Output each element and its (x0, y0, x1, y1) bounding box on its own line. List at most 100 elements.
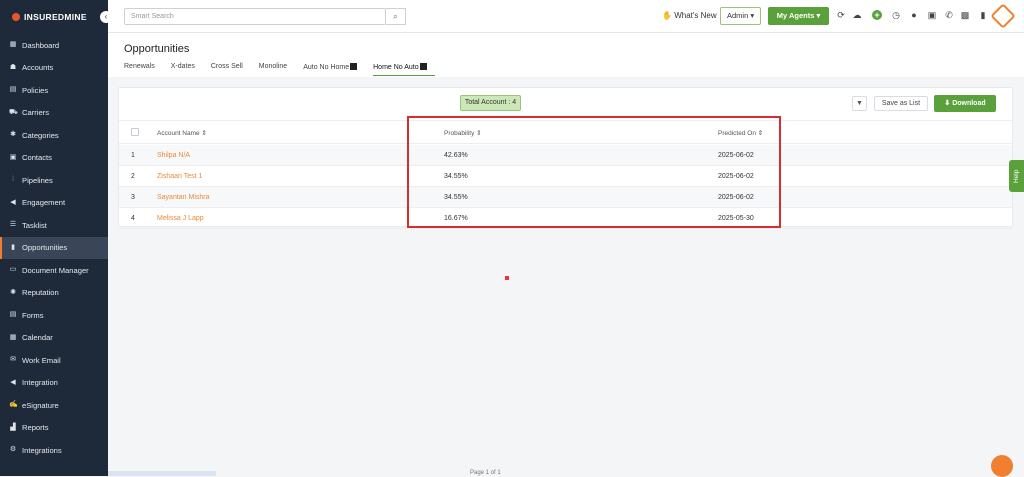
select-all-checkbox[interactable] (131, 128, 139, 136)
sidebar-item-label: Document Manager (22, 265, 89, 275)
sidebar-item-label: Carriers (22, 108, 50, 118)
highlight-box (407, 116, 781, 228)
sidebar-item-label: Dashboard (22, 40, 60, 50)
tab-label: X-dates (170, 63, 195, 70)
sidebar-item-opportunities[interactable]: ▮ Opportunities (0, 236, 108, 259)
whats-new-link[interactable]: ✋ What's New (662, 11, 717, 20)
chip-icon (350, 63, 358, 70)
sidebar-item-forms[interactable]: ▤ Forms (0, 304, 108, 327)
sidebar-item-engagement[interactable]: ◀ Engagement (0, 192, 108, 215)
clock-icon[interactable]: ◷ (891, 10, 901, 20)
engagement-icon: ◀ (10, 198, 16, 206)
sidebar-item-esignature[interactable]: ✍ eSignature (0, 394, 108, 417)
tab-label: Auto No Home (303, 64, 350, 71)
carriers-icon: ⛟ (9, 108, 18, 116)
sidebar-item-pipelines[interactable]: ⫶ Pipelines (0, 169, 108, 192)
folder-icon: ▭ (9, 266, 17, 274)
sidebar-item-accounts[interactable]: ☗ Accounts (0, 57, 108, 80)
sidebar-item-policies[interactable]: ▤ Policies (0, 79, 108, 102)
tab-label: Renewals (124, 63, 155, 70)
tab-label: Monoline (258, 63, 288, 70)
page-header: Opportunities Renewals X-dates Cross Sell M… (108, 33, 1024, 77)
help-label: Help (1013, 169, 1020, 183)
top-bar: Smart Search ⌕ ✋ What's New Admin ▾ My A… (108, 0, 1024, 33)
sidebar-item-label: Reports (22, 423, 49, 433)
sidebar-item-label: Calendar (22, 333, 53, 343)
chat-icon[interactable] (991, 455, 1013, 477)
integration-icon: ◀ (10, 378, 16, 386)
my-agents-label: My Agents (776, 11, 815, 20)
notification-icon[interactable]: ● (909, 10, 919, 20)
document-icon[interactable]: ▮ (978, 10, 988, 20)
bottom-scrollbar[interactable] (108, 471, 216, 476)
account-name-link[interactable]: Shilpa N/A (157, 152, 190, 159)
tab-label: Cross Sell (210, 63, 243, 70)
tab-auto-no-home[interactable]: Auto No Home (303, 63, 365, 76)
search-input[interactable]: Smart Search (124, 8, 386, 25)
sidebar-item-label: Pipelines (22, 175, 53, 185)
whats-new-label: What's New (674, 11, 717, 20)
sidebar-item-label: Integration (22, 378, 58, 388)
sidebar-item-contacts[interactable]: ▣ Contacts (0, 147, 108, 170)
sidebar-item-tasklist[interactable]: ☰ Tasklist (0, 214, 108, 237)
account-name-link[interactable]: Zishaan Test 1 (157, 173, 202, 180)
sidebar-item-label: Categories (22, 130, 59, 140)
column-header-account-name[interactable]: Account Name ⇕ (157, 129, 207, 137)
tab-monoline[interactable]: Monoline (259, 63, 295, 76)
sidebar-item-label: Forms (22, 310, 44, 320)
opportunity-tabs: Renewals X-dates Cross Sell Monoline Auto No… (124, 63, 443, 76)
download-button[interactable]: ⬇ Download (934, 95, 996, 112)
my-agents-button[interactable]: My Agents ▾ (768, 7, 829, 25)
download-icon: ⬇ (944, 100, 951, 107)
message-icon[interactable]: ▣ (927, 10, 937, 20)
account-name-link[interactable]: Sayantan Mishra (157, 194, 210, 201)
admin-dropdown[interactable]: Admin ▾ (720, 7, 761, 25)
chip-icon[interactable]: ▩ (960, 10, 970, 20)
sidebar-item-integrations[interactable]: ⚙ Integrations (0, 439, 108, 462)
add-icon[interactable]: + (872, 10, 882, 20)
filter-icon[interactable]: ▼ (852, 96, 867, 111)
sidebar-item-calendar[interactable]: ▦ Calendar (0, 327, 108, 350)
row-number: 3 (131, 194, 135, 201)
tab-cross-sell[interactable]: Cross Sell (211, 63, 251, 76)
sidebar-item-carriers[interactable]: ⛟ Carriers (0, 102, 108, 125)
sort-icon: ⇕ (201, 130, 207, 137)
tab-home-no-auto[interactable]: Home No Auto (373, 63, 435, 76)
brand-logo[interactable]: INSUREDMINE (0, 0, 108, 34)
user-avatar[interactable] (990, 3, 1016, 29)
admin-label: Admin (727, 11, 749, 20)
help-tab[interactable]: Help (1009, 160, 1024, 192)
calendar-icon: ▦ (9, 333, 17, 341)
sidebar-item-label: Reputation (22, 288, 59, 298)
row-number: 1 (131, 152, 135, 159)
account-name-link[interactable]: Melissa J Lapp (157, 215, 204, 222)
sidebar-item-label: Accounts (22, 63, 54, 73)
save-as-list-button[interactable]: Save as List (874, 96, 928, 111)
tab-x-dates[interactable]: X-dates (171, 63, 203, 76)
sidebar-item-document-manager[interactable]: ▭ Document Manager (0, 259, 108, 282)
sidebar-item-label: Opportunities (22, 243, 68, 253)
sidebar-item-reports[interactable]: ▟ Reports (0, 417, 108, 440)
sidebar-item-dashboard[interactable]: ▦ Dashboard (0, 34, 108, 57)
marker-dot (505, 276, 509, 280)
cloud-icon[interactable]: ☁ (852, 10, 862, 20)
sidebar-item-label: Work Email (22, 355, 61, 365)
brand-name: INSUREDMINE (24, 12, 87, 22)
reputation-icon: ✺ (10, 288, 16, 296)
sidebar-item-categories[interactable]: ✱ Categories (0, 124, 108, 147)
tab-renewals[interactable]: Renewals (124, 63, 163, 76)
pipelines-icon: ⫶ (12, 176, 14, 184)
forms-icon: ▤ (9, 311, 17, 319)
sidebar-item-label: Tasklist (22, 220, 47, 230)
tab-label: Home No Auto (373, 64, 419, 71)
dashboard-icon: ▦ (9, 41, 17, 49)
sidebar-item-label: Contacts (22, 153, 52, 163)
sidebar-item-work-email[interactable]: ✉ Work Email (0, 349, 108, 372)
refresh-icon[interactable]: ⟳ (836, 10, 846, 20)
sidebar-item-reputation[interactable]: ✺ Reputation (0, 282, 108, 305)
search-icon[interactable]: ⌕ (386, 8, 406, 25)
phone-icon[interactable]: ✆ (944, 10, 954, 20)
sidebar-item-integration[interactable]: ◀ Integration (0, 372, 108, 395)
email-icon: ✉ (10, 356, 16, 364)
tasklist-icon: ☰ (9, 221, 17, 229)
